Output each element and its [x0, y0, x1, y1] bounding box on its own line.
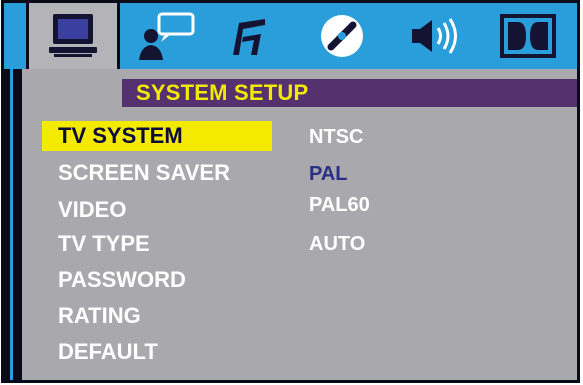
person-speech-icon: [131, 8, 201, 64]
tab-language[interactable]: [126, 3, 206, 69]
menu-item-screen-saver[interactable]: SCREEN SAVER: [42, 158, 230, 188]
title-bar: SYSTEM SETUP: [122, 79, 577, 107]
dolby-icon: [498, 12, 558, 60]
option-pal[interactable]: PAL: [309, 159, 348, 189]
setup-menu: SYSTEM SETUP TV SYSTEM SCREEN SAVER VIDE…: [1, 0, 580, 383]
menu-item-password[interactable]: PASSWORD: [42, 265, 186, 295]
menu-item-tv-type[interactable]: TV TYPE: [42, 229, 150, 259]
page-title: SYSTEM SETUP: [136, 80, 309, 105]
tab-dolby[interactable]: [488, 3, 568, 69]
tab-video[interactable]: [302, 3, 382, 69]
menu-item-video[interactable]: VIDEO: [42, 195, 126, 225]
monitor-icon: [43, 10, 103, 62]
option-pal60[interactable]: PAL60: [309, 190, 370, 220]
music-note-icon: [225, 11, 275, 61]
menu-item-default[interactable]: DEFAULT: [42, 337, 158, 367]
tab-bar: [4, 3, 577, 69]
option-auto[interactable]: AUTO: [309, 229, 365, 259]
tab-audio[interactable]: [220, 3, 280, 69]
menu-item-rating[interactable]: RATING: [42, 301, 141, 331]
disc-icon: [315, 9, 369, 63]
tab-system[interactable]: [26, 3, 120, 69]
tab-speaker[interactable]: [394, 3, 474, 69]
left-border: [4, 69, 22, 380]
menu-item-tv-system[interactable]: TV SYSTEM: [42, 121, 272, 151]
settings-panel: SYSTEM SETUP TV SYSTEM SCREEN SAVER VIDE…: [22, 69, 577, 380]
speaker-icon: [404, 14, 464, 58]
option-ntsc[interactable]: NTSC: [309, 122, 363, 152]
